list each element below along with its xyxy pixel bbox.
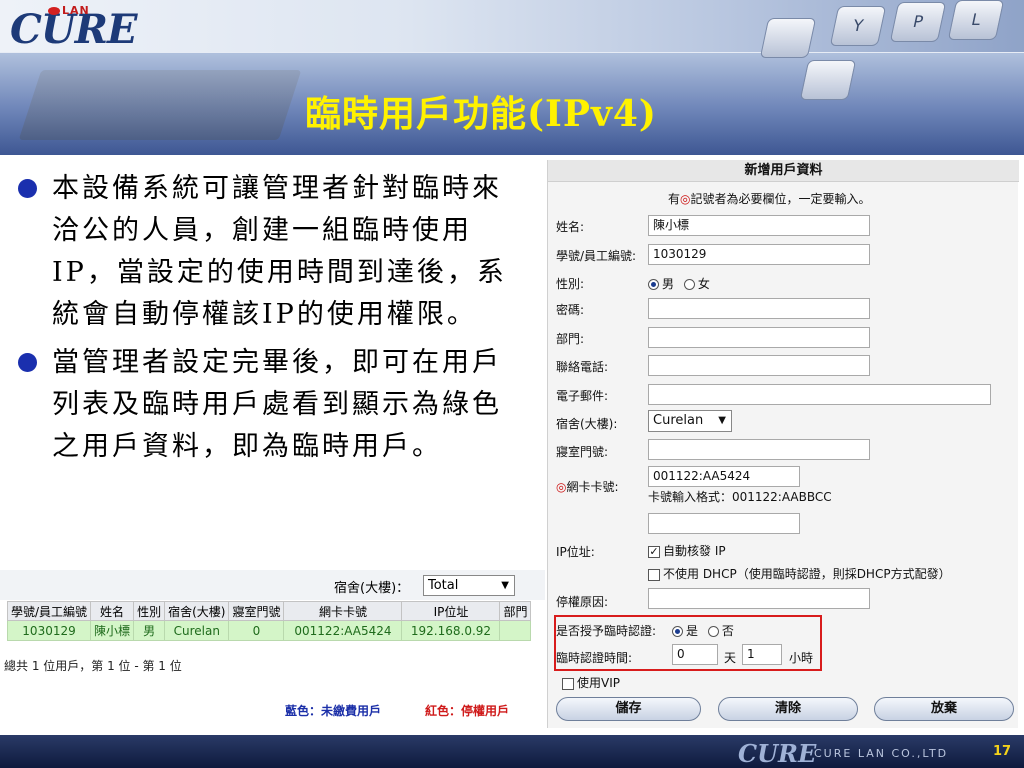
mac-extra-field[interactable] bbox=[648, 513, 800, 534]
student-id-label: 學號/員工編號: bbox=[556, 249, 637, 263]
form-title: 新增用戶資料 bbox=[548, 160, 1019, 182]
logo-dot-icon bbox=[48, 7, 60, 15]
keyboard-key: L bbox=[947, 0, 1005, 40]
name-field[interactable]: 陳小標 bbox=[648, 215, 870, 236]
bullet-dot-icon bbox=[18, 353, 37, 372]
gender-male-radio[interactable] bbox=[648, 279, 659, 290]
room-label: 寢室門號: bbox=[556, 445, 609, 459]
keyboard-key bbox=[799, 60, 857, 100]
required-note: 有◎記號者為必要欄位，一定要輸入。 bbox=[668, 192, 871, 206]
department-field[interactable] bbox=[648, 327, 870, 348]
temp-hours-field[interactable]: 1 bbox=[742, 644, 782, 665]
column-header[interactable]: 性別 bbox=[133, 601, 166, 621]
temp-auth-group: 是 否 bbox=[672, 622, 734, 639]
column-header[interactable]: 寢室門號 bbox=[228, 601, 285, 621]
ip-no-dhcp-option: 不使用 DHCP（使用臨時認證，則採DHCP方式配發） bbox=[648, 565, 951, 582]
save-button[interactable]: 儲存 bbox=[556, 697, 701, 721]
bullet-item: 當管理者設定完畢後，即可在用戶列表及臨時用戶處看到顯示為綠色之用戶資料，即為臨時… bbox=[12, 342, 512, 468]
table-cell: 男 bbox=[133, 620, 166, 641]
required-mark-icon: ◎ bbox=[680, 192, 691, 206]
table-cell bbox=[499, 620, 532, 641]
user-list-panel: 宿舍(大樓)： Total ▼ 學號/員工編號 姓名 性別 宿舍(大樓) 寢室門號… bbox=[0, 570, 545, 728]
days-unit: 天 bbox=[724, 651, 737, 665]
chevron-down-icon: ▼ bbox=[718, 415, 726, 426]
keyboard-key bbox=[759, 18, 817, 58]
password-field[interactable] bbox=[648, 298, 870, 319]
footer-company: CURE LAN CO.,LTD bbox=[814, 747, 949, 760]
user-table: 學號/員工編號 姓名 性別 宿舍(大樓) 寢室門號 網卡卡號 IP位址 部門 1… bbox=[6, 601, 532, 641]
legend-suspended: 紅色：停權用戶 bbox=[425, 704, 510, 718]
network-device-image bbox=[18, 70, 302, 140]
keyboard-image: Y P L bbox=[684, 0, 1024, 155]
page-number: 17 bbox=[993, 744, 1012, 759]
password-label: 密碼: bbox=[556, 303, 585, 317]
required-mark-icon: ◎ bbox=[556, 480, 567, 494]
use-vip-checkbox[interactable] bbox=[562, 677, 574, 690]
phone-field[interactable] bbox=[648, 355, 870, 376]
table-cell: 1030129 bbox=[6, 620, 92, 641]
add-user-form: 新增用戶資料 有◎記號者為必要欄位，一定要輸入。 姓名: 陳小標 學號/員工編號… bbox=[547, 160, 1019, 728]
gender-female-radio[interactable] bbox=[683, 279, 695, 290]
mac-format-hint: 卡號輸入格式：001122:AABBCC bbox=[648, 490, 832, 504]
ip-auto-checkbox[interactable]: ✓ bbox=[648, 545, 660, 558]
column-header[interactable]: 宿舍(大樓) bbox=[164, 601, 230, 621]
temp-time-label: 臨時認證時間: bbox=[556, 651, 633, 665]
student-id-field[interactable]: 1030129 bbox=[648, 244, 870, 265]
slide-title: 臨時用戶功能(IPv4) bbox=[305, 93, 657, 135]
temp-days-field[interactable]: 0 bbox=[672, 644, 718, 665]
column-header[interactable]: 姓名 bbox=[90, 601, 135, 621]
room-field[interactable] bbox=[648, 439, 870, 460]
legend-unpaid: 藍色：未繳費用戶 bbox=[285, 704, 382, 718]
table-cell: Curelan bbox=[164, 620, 230, 641]
table-header-row: 學號/員工編號 姓名 性別 宿舍(大樓) 寢室門號 網卡卡號 IP位址 部門 bbox=[6, 601, 532, 621]
bullet-dot-icon bbox=[18, 179, 37, 198]
ip-label: IP位址: bbox=[556, 545, 595, 559]
bullet-list: 本設備系統可讓管理者針對臨時來洽公的人員，創建一組臨時使用IP，當設定的使用時間… bbox=[12, 168, 512, 468]
table-row[interactable]: 1030129 陳小標 男 Curelan 0 001122:AA5424 19… bbox=[6, 620, 532, 641]
footer-logo: CURE bbox=[738, 739, 817, 768]
mac-label: ◎網卡卡號: bbox=[556, 480, 619, 494]
suspend-reason-field[interactable] bbox=[648, 588, 870, 609]
chevron-down-icon: ▼ bbox=[501, 580, 509, 591]
cure-logo: CURE LAN bbox=[10, 4, 137, 53]
cancel-button[interactable]: 放棄 bbox=[874, 697, 1014, 721]
name-label: 姓名: bbox=[556, 220, 585, 234]
hours-unit: 小時 bbox=[789, 651, 814, 665]
phone-label: 聯絡電話: bbox=[556, 360, 609, 374]
use-vip-option: 使用VIP bbox=[562, 674, 620, 691]
table-cell: 陳小標 bbox=[90, 620, 135, 641]
ip-auto-option: ✓ 自動核發 IP bbox=[648, 544, 726, 558]
column-header[interactable]: IP位址 bbox=[401, 601, 501, 621]
mac-field[interactable]: 001122:AA5424 bbox=[648, 466, 800, 487]
department-label: 部門: bbox=[556, 332, 585, 346]
dorm-filter-select[interactable]: Total ▼ bbox=[423, 575, 515, 596]
table-cell: 001122:AA5424 bbox=[283, 620, 403, 641]
email-label: 電子郵件: bbox=[556, 389, 609, 403]
table-cell: 192.168.0.92 bbox=[401, 620, 501, 641]
ip-no-dhcp-checkbox[interactable] bbox=[648, 568, 660, 581]
user-total-text: 總共 1 位用戶，第 1 位 - 第 1 位 bbox=[4, 659, 182, 673]
keyboard-key: P bbox=[889, 2, 947, 42]
dorm-select[interactable]: Curelan ▼ bbox=[648, 410, 732, 432]
table-cell: 0 bbox=[228, 620, 285, 641]
column-header[interactable]: 部門 bbox=[499, 601, 532, 621]
keyboard-key: Y bbox=[829, 6, 887, 46]
temp-auth-no-radio[interactable] bbox=[707, 626, 719, 637]
email-field[interactable] bbox=[648, 384, 991, 405]
gender-label: 性別: bbox=[556, 277, 585, 291]
slide-header: Y P L CURE LAN 臨時用戶功能(IPv4) bbox=[0, 0, 1024, 155]
column-header[interactable]: 學號/員工編號 bbox=[6, 601, 92, 621]
dorm-label: 宿舍(大樓): bbox=[556, 417, 618, 431]
dorm-filter-label: 宿舍(大樓)： bbox=[334, 581, 410, 596]
temp-auth-label: 是否授予臨時認證: bbox=[556, 624, 657, 638]
gender-group: 男 女 bbox=[648, 275, 710, 292]
slide-footer: CURE CURE LAN CO.,LTD 17 bbox=[0, 735, 1024, 768]
bullet-item: 本設備系統可讓管理者針對臨時來洽公的人員，創建一組臨時使用IP，當設定的使用時間… bbox=[12, 168, 512, 336]
column-header[interactable]: 網卡卡號 bbox=[283, 601, 403, 621]
suspend-reason-label: 停權原因: bbox=[556, 595, 609, 609]
temp-auth-yes-radio[interactable] bbox=[672, 626, 683, 637]
clear-button[interactable]: 清除 bbox=[718, 697, 858, 721]
